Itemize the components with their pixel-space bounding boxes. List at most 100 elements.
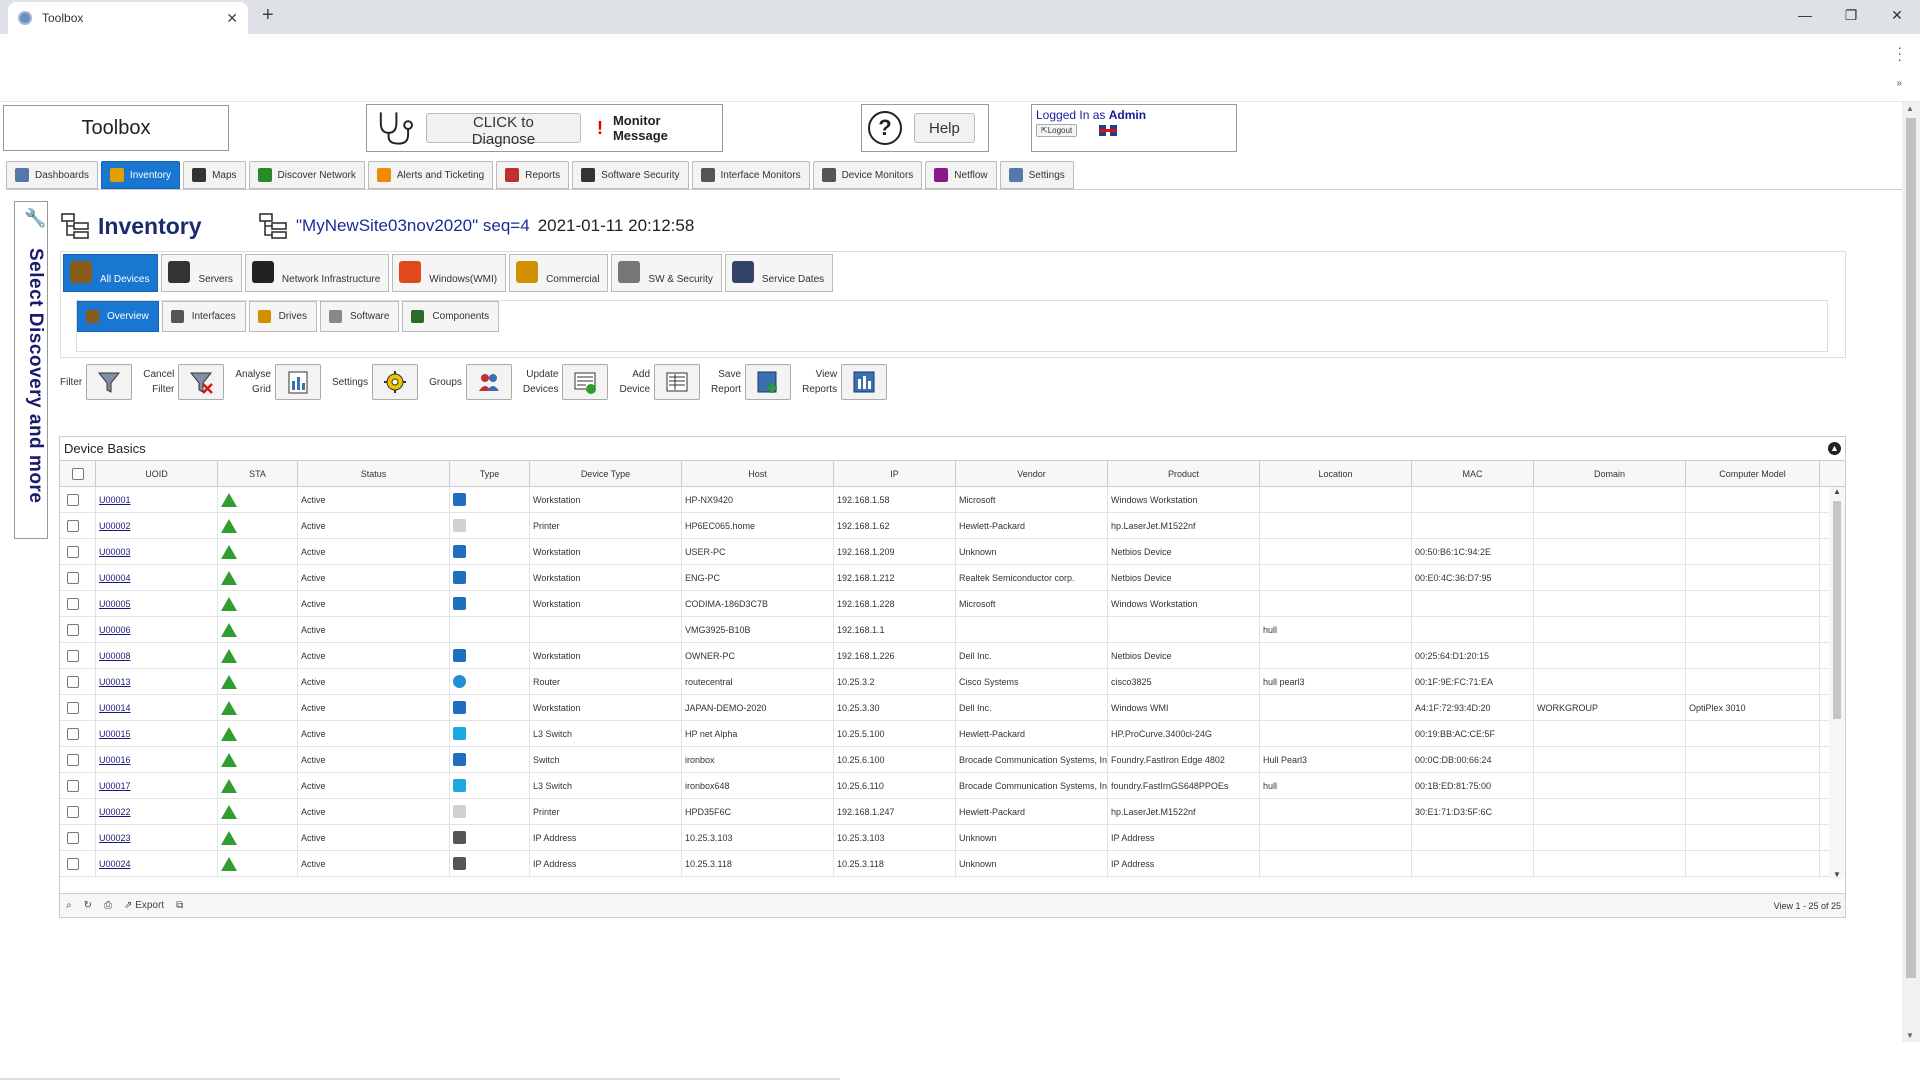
brand-logo[interactable]: Toolbox [3, 105, 229, 151]
update-devices-button[interactable]: Update Devices [523, 364, 609, 400]
table-row[interactable]: U00015 Active L3 Switch HP net Alpha 10.25.5… [60, 721, 1845, 747]
uoid-link[interactable]: U00004 [99, 573, 131, 583]
uk-flag-icon[interactable] [1099, 125, 1118, 136]
analyse-grid-icon[interactable] [274, 364, 321, 400]
tab-discover-network[interactable]: Discover Network [248, 161, 365, 189]
row-checkbox[interactable] [67, 649, 79, 662]
table-row[interactable]: U00013 Active Router routecentral 10.25.3.2 C… [60, 669, 1845, 695]
grid-scroll-down-icon[interactable]: ▼ [1833, 870, 1841, 879]
uoid-link[interactable]: U00015 [99, 729, 131, 739]
table-row[interactable]: U00014 Active Workstation JAPAN-DEMO-2020 10… [60, 695, 1845, 721]
new-tab-icon[interactable]: + [262, 4, 274, 27]
cancel-filter-icon[interactable] [178, 364, 225, 400]
subtab-components[interactable]: Components [402, 301, 500, 332]
table-row[interactable]: U00004 Active Workstation ENG-PC 192.168.1.2… [60, 565, 1845, 591]
update-devices-icon[interactable] [562, 364, 609, 400]
tab-alerts-and-ticketing[interactable]: Alerts and Ticketing [367, 161, 494, 189]
diagnose-button[interactable]: CLICK to Diagnose [425, 113, 581, 148]
refresh-icon[interactable]: ↻ [84, 900, 92, 911]
view-reports-button[interactable]: View Reports [802, 364, 888, 400]
uoid-link[interactable]: U00024 [99, 859, 131, 869]
tab-maps[interactable]: Maps [183, 161, 246, 189]
column-header-product[interactable]: Product [1108, 461, 1260, 486]
table-row[interactable]: U00022 Active Printer HPD35F6C 192.168.1.247… [60, 799, 1845, 825]
row-checkbox[interactable] [67, 675, 79, 688]
tab-netflow[interactable]: Netflow [925, 161, 997, 189]
tab-software-security[interactable]: Software Security [572, 161, 689, 189]
table-row[interactable]: U00024 Active IP Address 10.25.3.118 10.25.3… [60, 851, 1845, 877]
groups-button[interactable]: Groups [429, 364, 512, 400]
table-row[interactable]: U00006 Active VMG3925-B10B 192.168.1.1 hull [60, 617, 1845, 643]
tab-interface-monitors[interactable]: Interface Monitors [691, 161, 810, 189]
save-report-icon[interactable] [745, 364, 792, 400]
table-row[interactable]: U00003 Active Workstation USER-PC 192.168.1.… [60, 539, 1845, 565]
column-header-uoid[interactable]: UOID [96, 461, 218, 486]
table-row[interactable]: U00005 Active Workstation CODIMA-186D3C7B 19… [60, 591, 1845, 617]
uoid-link[interactable]: U00016 [99, 755, 131, 765]
table-row[interactable]: U00008 Active Workstation OWNER-PC 192.168.1… [60, 643, 1845, 669]
category-tab-windows-wmi-[interactable]: Windows(WMI) [392, 254, 507, 292]
grid-scrollbar[interactable]: ▲ ▼ [1829, 487, 1845, 879]
browser-menu-icon[interactable]: · · · [1897, 40, 1902, 66]
select-all-checkbox[interactable] [71, 467, 84, 480]
restore-icon[interactable]: ❐ [1828, 0, 1874, 30]
settings-gear-button[interactable]: Settings [332, 364, 419, 400]
category-tab-all-devices[interactable]: All Devices [63, 254, 159, 292]
row-checkbox[interactable] [67, 597, 79, 610]
column-header-mac[interactable]: MAC [1412, 461, 1534, 486]
uoid-link[interactable]: U00022 [99, 807, 131, 817]
row-checkbox[interactable] [67, 753, 79, 766]
side-discovery-tab[interactable]: 🔧 Select Discovery and more [14, 201, 48, 539]
uoid-link[interactable]: U00008 [99, 651, 131, 661]
row-checkbox[interactable] [67, 805, 79, 818]
row-checkbox[interactable] [67, 701, 79, 714]
tab-inventory[interactable]: Inventory [100, 161, 181, 189]
add-device-button[interactable]: Add Device [619, 364, 701, 400]
row-checkbox[interactable] [67, 779, 79, 792]
extension-icon[interactable]: » [1896, 78, 1902, 89]
add-device-icon[interactable] [654, 364, 701, 400]
column-header-computer-model[interactable]: Computer Model [1686, 461, 1820, 486]
filter-button[interactable]: Filter [60, 364, 133, 400]
table-row[interactable]: U00002 Active Printer HP6EC065.home 192.168.… [60, 513, 1845, 539]
column-header-location[interactable]: Location [1260, 461, 1412, 486]
scroll-up-icon[interactable]: ▲ [1906, 104, 1914, 113]
analyse-grid-button[interactable]: Analyse Grid [235, 364, 321, 400]
subtab-drives[interactable]: Drives [248, 301, 317, 332]
minimize-icon[interactable]: — [1782, 0, 1828, 30]
uoid-link[interactable]: U00013 [99, 677, 131, 687]
close-window-icon[interactable]: ✕ [1874, 0, 1920, 30]
row-checkbox[interactable] [67, 493, 79, 506]
column-header-type[interactable]: Type [450, 461, 530, 486]
category-tab-service-dates[interactable]: Service Dates [724, 254, 834, 292]
uoid-link[interactable]: U00017 [99, 781, 131, 791]
uoid-link[interactable]: U00005 [99, 599, 131, 609]
uoid-link[interactable]: U00006 [99, 625, 131, 635]
subtab-overview[interactable]: Overview [77, 301, 159, 332]
popout-icon[interactable]: ⧉ [176, 900, 183, 911]
column-header-domain[interactable]: Domain [1534, 461, 1686, 486]
collapse-icon[interactable]: ▲ [1828, 442, 1841, 455]
column-header-sta[interactable]: STA [218, 461, 298, 486]
export-button[interactable]: ⇗ Export [124, 900, 164, 911]
search-icon[interactable]: ⌕ [66, 900, 72, 911]
uoid-link[interactable]: U00003 [99, 547, 131, 557]
row-checkbox[interactable] [67, 545, 79, 558]
monitor-message[interactable]: ! Monitor Message [597, 113, 716, 143]
table-row[interactable]: U00001 Active Workstation HP-NX9420 192.168.… [60, 487, 1845, 513]
table-row[interactable]: U00017 Active L3 Switch ironbox648 10.25.6.1… [60, 773, 1845, 799]
tab-settings[interactable]: Settings [999, 161, 1074, 189]
grid-scroll-thumb[interactable] [1833, 501, 1841, 719]
row-checkbox[interactable] [67, 571, 79, 584]
print-icon[interactable]: ⎙ [104, 900, 112, 911]
column-header-status[interactable]: Status [298, 461, 450, 486]
row-checkbox[interactable] [67, 623, 79, 636]
tab-device-monitors[interactable]: Device Monitors [812, 161, 923, 189]
scroll-down-icon[interactable]: ▼ [1906, 1031, 1914, 1040]
browser-tab[interactable]: Toolbox ✕ [8, 2, 248, 34]
row-checkbox[interactable] [67, 857, 79, 870]
help-button[interactable]: Help [914, 113, 975, 143]
tab-dashboards[interactable]: Dashboards [6, 161, 98, 189]
grid-scroll-up-icon[interactable]: ▲ [1833, 487, 1841, 496]
column-header-host[interactable]: Host [682, 461, 834, 486]
